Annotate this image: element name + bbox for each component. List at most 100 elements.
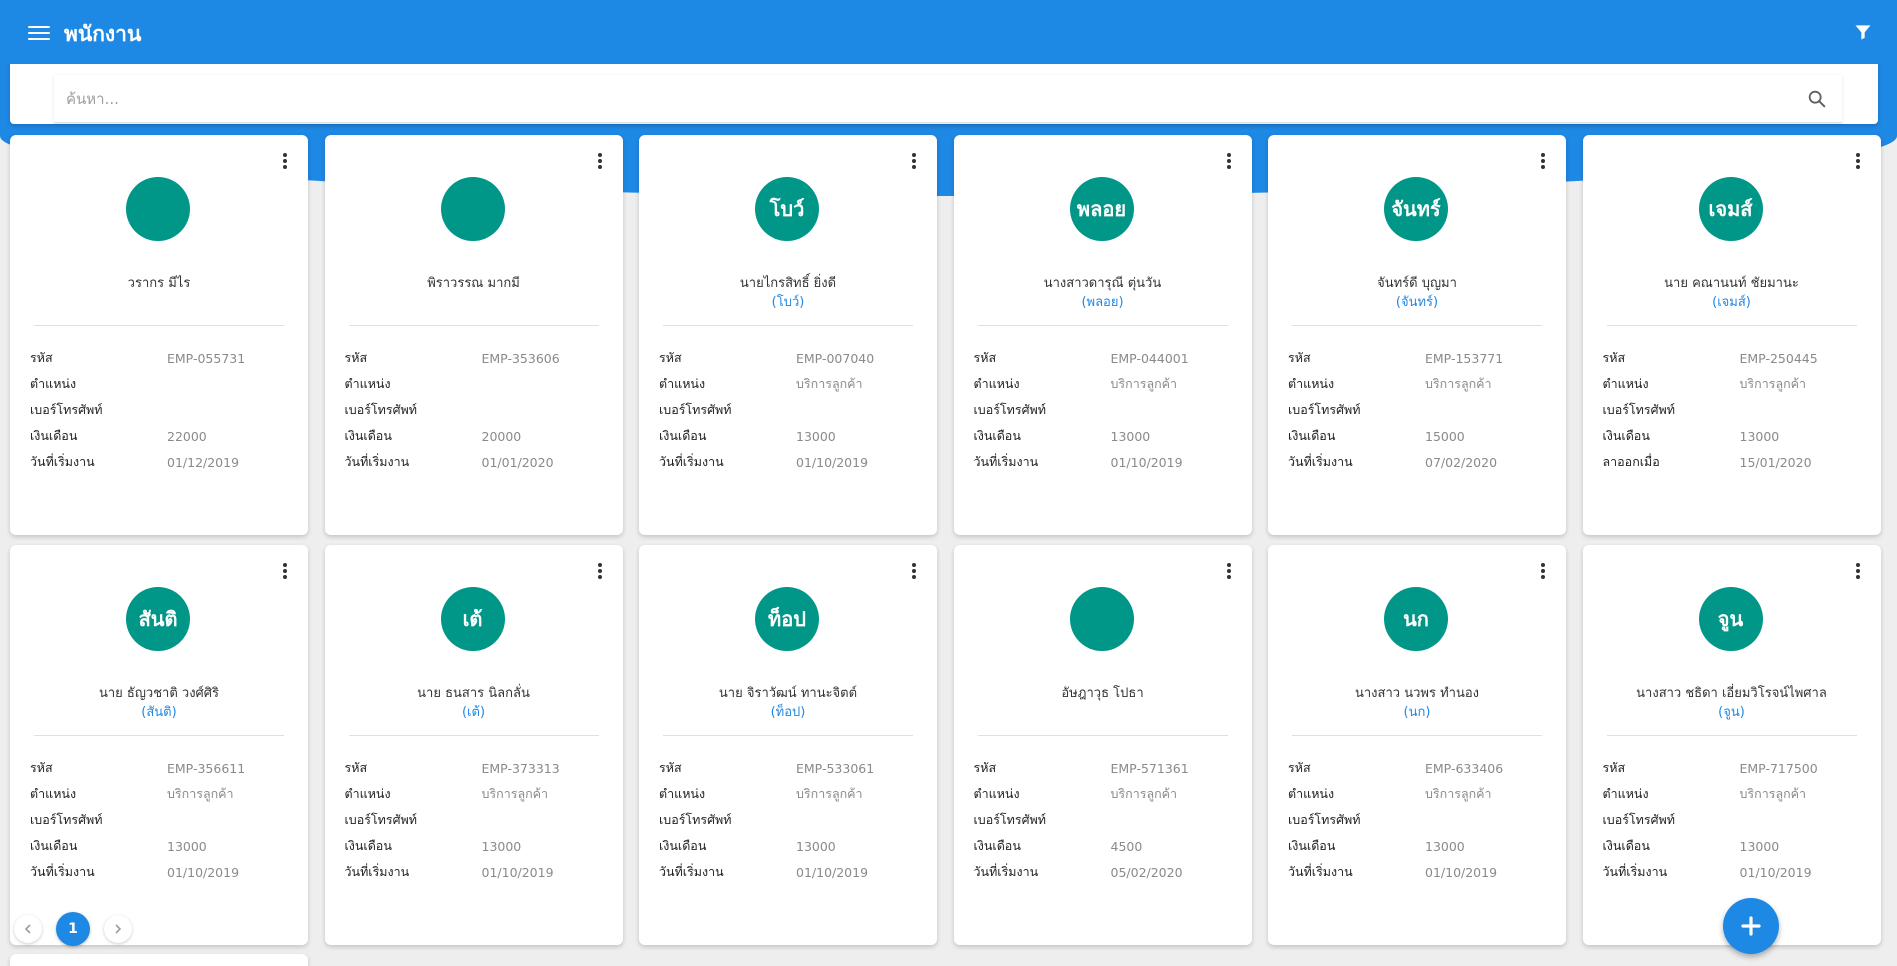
detail-row-phone: เบอร์โทรศัพท์ xyxy=(974,397,1244,423)
employee-code: EMP-356611 xyxy=(167,760,246,776)
employee-name: นายไกรสิทธิ์ ยิ่งดี xyxy=(739,276,837,291)
more-vert-icon[interactable] xyxy=(595,561,605,583)
page-button-current[interactable]: 1 xyxy=(56,912,90,946)
employee-card[interactable]: ท็อป นาย จิราวัฒน์ ทานะจิตต์ (ท็อป) รหัส EMP… xyxy=(639,545,937,945)
detail-row-code: รหัส EMP-717500 xyxy=(1603,755,1873,781)
employee-salary: 4500 xyxy=(1110,838,1143,854)
detail-row-position: ตำแหน่ง บริการลูกค้า xyxy=(1288,781,1558,807)
employee-code: EMP-533061 xyxy=(796,760,875,776)
detail-label: รหัส xyxy=(1288,350,1311,365)
employee-card[interactable]: เต้ นาย ธนสาร นิลกลั่น (เต้) รหัส EMP-373313… xyxy=(324,545,623,945)
employee-date: 01/10/2019 xyxy=(167,864,240,880)
divider xyxy=(348,735,599,736)
employee-salary: 13000 xyxy=(167,838,207,854)
detail-label: เงินเดือน xyxy=(1288,428,1336,443)
employee-salary: 13000 xyxy=(1110,428,1151,444)
detail-label: เงินเดือน xyxy=(659,428,707,443)
detail-label: เงินเดือน xyxy=(659,838,707,853)
detail-row-salary: เงินเดือน 13000 xyxy=(659,423,929,449)
more-vert-icon[interactable] xyxy=(1853,151,1863,173)
more-vert-icon[interactable] xyxy=(1224,561,1234,583)
detail-label: เบอร์โทรศัพท์ xyxy=(659,402,732,417)
avatar: โบว์ xyxy=(755,177,819,241)
employee-date: 01/10/2019 xyxy=(796,864,869,880)
add-employee-button[interactable] xyxy=(1723,898,1779,954)
search-icon[interactable] xyxy=(1806,88,1828,110)
employee-card[interactable]: นก นางสาว นวพร ทำนอง (นก) รหัส EMP-633406 ตำแ… xyxy=(1268,545,1566,945)
detail-row-salary: เงินเดือน 13000 xyxy=(30,833,300,859)
more-vert-icon[interactable] xyxy=(595,151,605,173)
employee-card[interactable]: วรากร มีไร รหัส EMP-055731 ตำแหน่ง เบอร์โทรศ… xyxy=(10,135,308,535)
menu-icon[interactable] xyxy=(28,22,50,42)
detail-label: ตำแหน่ง xyxy=(30,786,77,801)
employee-nickname: (จันทร์) xyxy=(1395,295,1439,310)
employee-card-partial[interactable] xyxy=(10,954,308,966)
employee-card[interactable]: อัษฎาวุธ โปธา รหัส EMP-571361 ตำแหน่ง บริการ… xyxy=(953,545,1252,945)
employee-salary: 20000 xyxy=(481,428,522,444)
detail-label: รหัส xyxy=(344,350,368,365)
employee-name: นางสาว นวพร ทำนอง xyxy=(1355,686,1479,701)
employee-nickname: (จูน) xyxy=(1718,705,1745,720)
employee-code: EMP-633406 xyxy=(1425,760,1504,776)
detail-label: ตำแหน่ง xyxy=(973,376,1020,391)
detail-label: รหัส xyxy=(973,350,997,365)
employee-card[interactable]: จันทร์ จันทร์ดี บุญมา (จันทร์) รหัส EMP-1537… xyxy=(1268,135,1566,535)
employee-card[interactable]: พิราวรรณ มากมี รหัส EMP-353606 ตำแหน่ง เบอร์… xyxy=(324,135,623,535)
detail-label: ตำแหน่ง xyxy=(1602,376,1649,391)
detail-row-code: รหัส EMP-356611 xyxy=(30,755,300,781)
detail-label: เงินเดือน xyxy=(30,428,78,443)
detail-label: วันที่เริ่มงาน xyxy=(30,454,95,469)
more-vert-icon[interactable] xyxy=(280,151,290,173)
divider xyxy=(663,325,913,326)
employee-card[interactable]: โบว์ นายไกรสิทธิ์ ยิ่งดี (โบว์) รหัส EMP-007… xyxy=(639,135,937,535)
more-vert-icon[interactable] xyxy=(1538,151,1548,173)
more-vert-icon[interactable] xyxy=(1853,561,1863,583)
detail-row-date: วันที่เริ่มงาน 01/10/2019 xyxy=(1603,859,1873,885)
detail-row-date: วันที่เริ่มงาน 01/10/2019 xyxy=(345,859,615,885)
detail-label: วันที่เริ่มงาน xyxy=(973,864,1039,879)
detail-row-phone: เบอร์โทรศัพท์ xyxy=(345,807,615,833)
detail-label: เบอร์โทรศัพท์ xyxy=(1288,402,1361,417)
more-vert-icon[interactable] xyxy=(1538,561,1548,583)
app-bar: พนักงาน xyxy=(0,0,1897,64)
employee-name: วรากร มีไร xyxy=(127,276,191,291)
avatar xyxy=(1069,587,1134,651)
more-vert-icon[interactable] xyxy=(1224,151,1234,173)
employee-code: EMP-044001 xyxy=(1110,350,1189,366)
employee-code: EMP-055731 xyxy=(167,350,246,366)
detail-row-date: ลาออกเมื่อ 15/01/2020 xyxy=(1603,449,1873,475)
employee-details: รหัส EMP-356611 ตำแหน่ง บริการลูกค้า เบอร์โท… xyxy=(30,755,300,885)
detail-label: ลาออกเมื่อ xyxy=(1602,454,1660,469)
employee-card[interactable]: จูน นางสาว ชธิดา เอี่ยมวิโรจน์ไพศาล (จูน) ร… xyxy=(1582,545,1881,945)
filter-icon[interactable] xyxy=(1853,22,1873,42)
employee-position: บริการลูกค้า xyxy=(1739,376,1807,391)
employee-card[interactable]: พลอย นางสาวดารุณี ตุ่นวัน (พลอย) รหัส EMP-04… xyxy=(953,135,1252,535)
employee-date: 01/10/2019 xyxy=(481,864,554,880)
detail-row-date: วันที่เริ่มงาน 01/10/2019 xyxy=(974,449,1244,475)
employee-code: EMP-373313 xyxy=(481,760,560,776)
more-vert-icon[interactable] xyxy=(909,151,919,173)
detail-row-position: ตำแหน่ง บริการลูกค้า xyxy=(345,781,615,807)
more-vert-icon[interactable] xyxy=(909,561,919,583)
employee-name: นาย ธนสาร นิลกลั่น xyxy=(417,686,530,701)
employee-code: EMP-571361 xyxy=(1110,760,1189,776)
detail-row-code: รหัส EMP-055731 xyxy=(30,345,300,371)
employee-salary: 13000 xyxy=(796,838,836,854)
detail-row-date: วันที่เริ่มงาน 01/10/2019 xyxy=(659,859,929,885)
employee-card[interactable]: เจมส์ นาย คณานนท์ ชัยมานะ (เจมส์) รหัส EMP-2… xyxy=(1582,135,1881,535)
employee-position: บริการลูกค้า xyxy=(1739,786,1807,801)
more-vert-icon[interactable] xyxy=(280,561,290,583)
detail-label: เบอร์โทรศัพท์ xyxy=(659,812,732,827)
employee-salary: 13000 xyxy=(796,428,836,444)
employee-date: 15/01/2020 xyxy=(1739,454,1812,470)
employee-salary: 13000 xyxy=(1739,428,1780,444)
detail-label: วันที่เริ่มงาน xyxy=(1602,864,1668,879)
search-input[interactable] xyxy=(66,85,1766,113)
detail-row-date: วันที่เริ่มงาน 01/10/2019 xyxy=(1288,859,1558,885)
employee-card[interactable]: สันติ นาย ธัญวชาติ วงศ์ศิริ (สันติ) รหัส EMP… xyxy=(10,545,308,945)
detail-row-position: ตำแหน่ง บริการลูกค้า xyxy=(30,781,300,807)
detail-label: รหัส xyxy=(659,350,682,365)
chevron-right-icon[interactable] xyxy=(104,915,132,943)
chevron-left-icon[interactable] xyxy=(14,915,42,943)
employee-salary: 13000 xyxy=(1739,838,1780,854)
